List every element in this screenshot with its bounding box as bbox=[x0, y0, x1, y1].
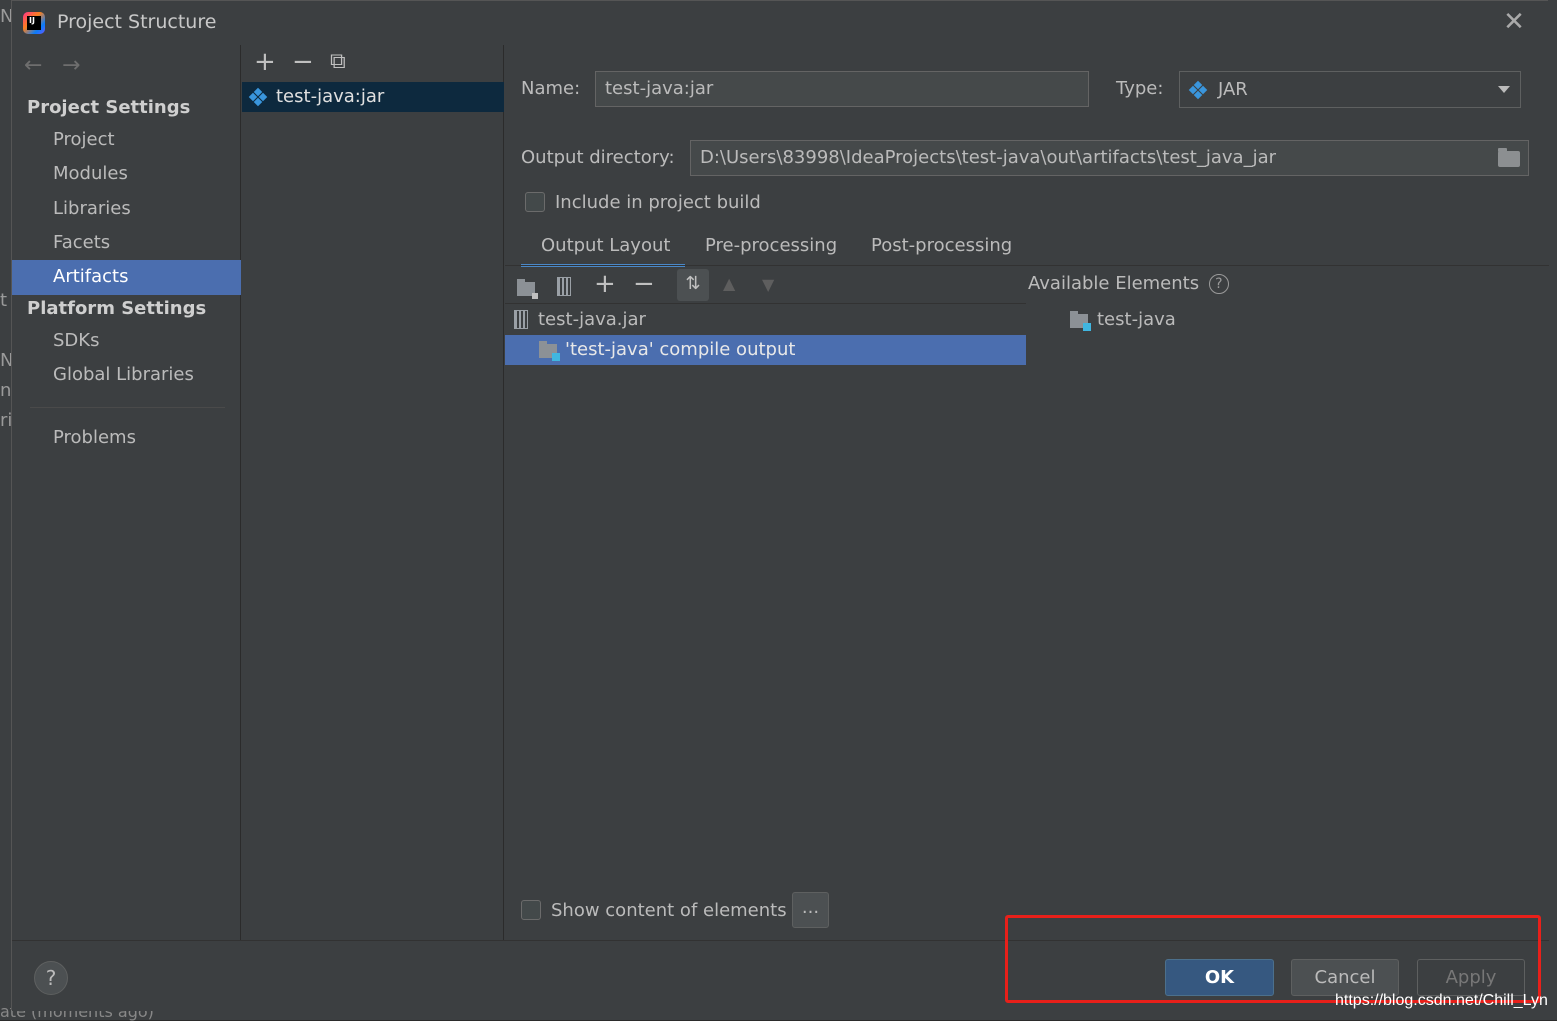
include-in-build-label: Include in project build bbox=[555, 192, 761, 213]
move-down-icon[interactable]: ▼ bbox=[762, 274, 774, 296]
tab-pre-processing[interactable]: Pre-processing bbox=[705, 233, 837, 267]
background-ide-bottom: ate (moments ago) bbox=[0, 1002, 1557, 1021]
sidebar-item-libraries[interactable]: Libraries bbox=[12, 192, 241, 227]
show-content-label: Show content of elements bbox=[551, 900, 787, 921]
tree-item-compile-output-label: 'test-java' compile output bbox=[565, 339, 796, 360]
include-in-build-checkbox[interactable] bbox=[525, 192, 545, 212]
artifacts-list-panel: + − ⧉ test-java:jar bbox=[242, 45, 504, 940]
tree-item-jar-label: test-java.jar bbox=[538, 309, 646, 330]
remove-icon[interactable]: − bbox=[292, 49, 314, 75]
project-settings-heading: Project Settings bbox=[27, 97, 191, 118]
output-layout-tree: test-java.jar 'test-java' compile output bbox=[505, 305, 1026, 865]
apply-button[interactable]: Apply bbox=[1417, 959, 1525, 996]
layout-toolbar: + − ⇅ ▲ ▼ bbox=[505, 266, 1026, 304]
dialog-button-bar: ? OK Cancel Apply bbox=[12, 940, 1549, 1011]
available-elements-label: Available Elements bbox=[1028, 273, 1200, 294]
sort-icon[interactable]: ⇅ bbox=[677, 269, 709, 301]
sidebar-item-sdks[interactable]: SDKs bbox=[12, 324, 241, 359]
available-elements-title: Available Elements ? bbox=[1028, 273, 1229, 294]
remove-element-icon[interactable]: − bbox=[633, 271, 655, 297]
move-up-icon[interactable]: ▲ bbox=[723, 273, 735, 295]
project-structure-dialog: IJ Project Structure ✕ ← → Project Setti… bbox=[11, 0, 1549, 1011]
type-label: Type: bbox=[1116, 78, 1164, 99]
module-output-icon bbox=[539, 341, 560, 361]
new-directory-icon[interactable] bbox=[517, 279, 538, 299]
sidebar-item-modules[interactable]: Modules bbox=[12, 157, 241, 192]
tree-item-jar[interactable]: test-java.jar bbox=[505, 305, 1026, 335]
artifact-list-item-label: test-java:jar bbox=[276, 86, 385, 107]
artifact-list-item[interactable]: test-java:jar bbox=[242, 82, 504, 112]
sidebar-item-problems[interactable]: Problems bbox=[12, 421, 241, 456]
ok-button[interactable]: OK bbox=[1165, 959, 1274, 996]
output-directory-label: Output directory: bbox=[521, 147, 675, 168]
add-copy-icon[interactable]: + bbox=[594, 271, 616, 297]
jar-artifact-icon bbox=[248, 87, 268, 107]
output-directory-value: D:\Users\83998\IdeaProjects\test-java\ou… bbox=[700, 147, 1276, 168]
tab-post-processing[interactable]: Post-processing bbox=[871, 233, 1012, 267]
tab-output-layout[interactable]: Output Layout bbox=[521, 233, 685, 267]
jar-type-icon bbox=[1188, 80, 1208, 100]
watermark-text: https://blog.csdn.net/Chill_Lyn bbox=[1335, 992, 1548, 1009]
folder-browse-icon[interactable] bbox=[1498, 148, 1520, 167]
module-folder-icon bbox=[1070, 311, 1091, 331]
help-button[interactable]: ? bbox=[34, 961, 68, 995]
type-dropdown-value: JAR bbox=[1218, 79, 1248, 100]
name-input[interactable]: test-java:jar bbox=[595, 71, 1089, 107]
sidebar-divider bbox=[30, 407, 225, 408]
add-icon[interactable]: + bbox=[254, 49, 276, 75]
forward-arrow-icon[interactable]: → bbox=[62, 53, 80, 78]
help-icon[interactable]: ? bbox=[1208, 274, 1229, 294]
platform-settings-heading: Platform Settings bbox=[27, 298, 207, 319]
artifact-settings-panel: Name: test-java:jar Type: JAR Output dir… bbox=[505, 45, 1549, 940]
intellij-logo-icon: IJ bbox=[23, 12, 45, 34]
type-dropdown[interactable]: JAR bbox=[1179, 71, 1521, 108]
ellipsis-button[interactable]: ... bbox=[792, 892, 829, 928]
title-bar: IJ Project Structure ✕ bbox=[12, 1, 1549, 45]
new-archive-icon[interactable] bbox=[557, 277, 571, 296]
close-icon[interactable]: ✕ bbox=[1500, 9, 1528, 37]
sidebar-item-global-libraries[interactable]: Global Libraries bbox=[12, 358, 241, 393]
tree-item-compile-output[interactable]: 'test-java' compile output bbox=[505, 335, 1026, 365]
show-content-checkbox[interactable] bbox=[521, 900, 541, 920]
background-ide-right bbox=[1548, 0, 1557, 1020]
sidebar-item-artifacts[interactable]: Artifacts bbox=[12, 260, 241, 295]
name-label: Name: bbox=[521, 78, 581, 99]
sidebar-item-project[interactable]: Project bbox=[12, 123, 241, 158]
copy-icon[interactable]: ⧉ bbox=[330, 51, 346, 73]
available-item-test-java[interactable]: test-java bbox=[1060, 305, 1176, 335]
window-title: Project Structure bbox=[57, 11, 217, 33]
back-arrow-icon[interactable]: ← bbox=[24, 53, 42, 78]
available-item-label: test-java bbox=[1097, 309, 1176, 330]
settings-sidebar: ← → Project Settings Project Modules Lib… bbox=[12, 45, 241, 940]
cancel-button[interactable]: Cancel bbox=[1291, 959, 1399, 996]
jar-file-icon bbox=[514, 310, 528, 329]
chevron-down-icon bbox=[1498, 86, 1510, 93]
output-directory-input[interactable]: D:\Users\83998\IdeaProjects\test-java\ou… bbox=[690, 140, 1529, 176]
background-ide-strip: N t N nl ri bbox=[0, 0, 11, 1020]
sidebar-item-facets[interactable]: Facets bbox=[12, 226, 241, 261]
